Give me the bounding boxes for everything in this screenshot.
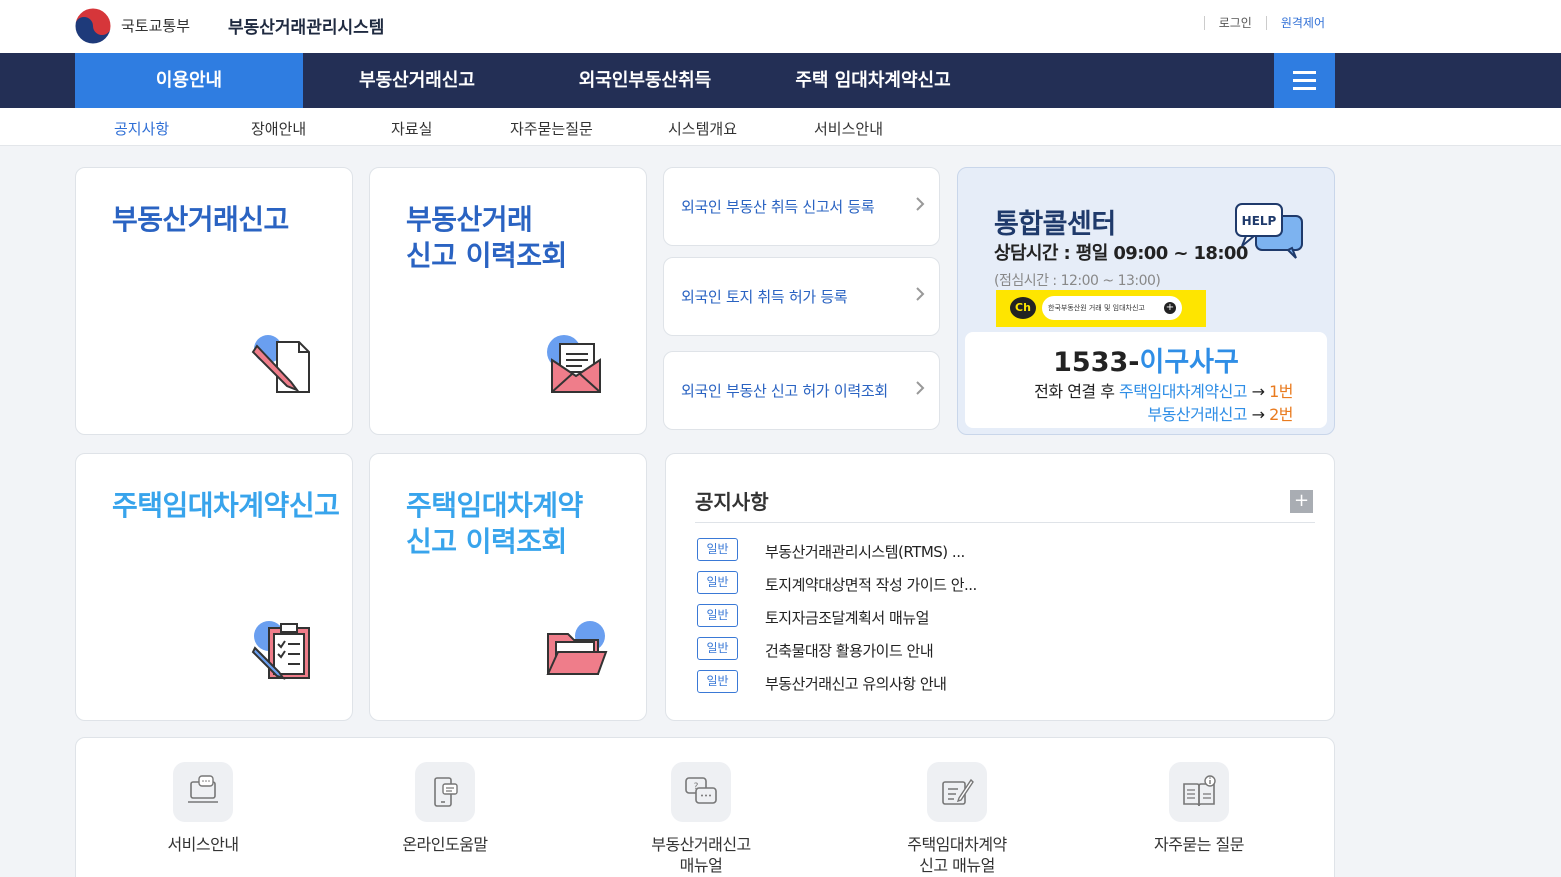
chevron-right-icon <box>915 196 925 212</box>
card-lease-report[interactable]: 주택임대차계약신고 <box>75 453 353 721</box>
route-arrow: → <box>1247 405 1270 424</box>
card-real-estate-report[interactable]: 부동산거래신고 <box>75 167 353 435</box>
route-arrow: → <box>1247 382 1270 401</box>
card-title: 부동산거래 신고 이력조회 <box>406 203 567 272</box>
chevron-right-icon <box>915 380 925 396</box>
quick-online-help[interactable]: 온라인도움말 <box>370 762 520 855</box>
notice-text[interactable]: 토지자금조달계획서 매뉴얼 <box>765 607 929 628</box>
link-foreign-land-permit[interactable]: 외국인 토지 취득 허가 등록 <box>663 257 940 336</box>
mobile-help-icon <box>415 762 475 822</box>
question-chat-icon: ? <box>671 762 731 822</box>
quick-real-estate-manual[interactable]: ? 부동산거래신고 매뉴얼 <box>626 762 776 876</box>
divider <box>695 522 1315 523</box>
notice-badge: 일반 <box>697 571 738 594</box>
subnav-faq[interactable]: 자주묻는질문 <box>510 118 593 139</box>
hamburger-icon <box>1293 71 1316 74</box>
phone-suffix: 이구사구 <box>1139 347 1239 378</box>
notice-more-button[interactable]: + <box>1290 490 1313 513</box>
nav-real-estate-report[interactable]: 부동산거래신고 <box>303 53 531 108</box>
quick-faq[interactable]: 자주묻는 질문 <box>1124 762 1274 855</box>
government-logo-icon[interactable] <box>74 7 112 45</box>
call-center-hours: 상담시간 : 평일 09:00 ~ 18:00 <box>994 243 1248 264</box>
quick-label: 자주묻는 질문 <box>1154 835 1244 854</box>
system-name[interactable]: 부동산거래관리시스템 <box>228 13 384 38</box>
main-nav: 이용안내 부동산거래신고 외국인부동산취득 주택 임대차계약신고 <box>0 53 1561 108</box>
route-number: 2번 <box>1269 405 1293 424</box>
edit-document-icon <box>927 762 987 822</box>
call-center-panel: 통합콜센터 상담시간 : 평일 09:00 ~ 18:00 (점심시간 : 12… <box>957 167 1335 435</box>
route-service: 부동산거래신고 <box>1147 405 1248 424</box>
notice-badge: 일반 <box>697 670 738 693</box>
notice-panel: 공지사항 + 일반 부동산거래관리시스템(RTMS) ... 일반 토지계약대상… <box>665 453 1335 721</box>
remote-control-link[interactable]: 원격제어 <box>1265 16 1325 30</box>
link-label: 외국인 부동산 신고 허가 이력조회 <box>681 382 888 400</box>
notice-text[interactable]: 건축물대장 활용가이드 안내 <box>765 640 934 661</box>
org-name[interactable]: 국토교통부 <box>121 15 190 36</box>
add-icon: + <box>1164 302 1176 314</box>
top-links: 로그인 원격제어 <box>1203 16 1325 30</box>
subnav-service-guide[interactable]: 서비스안내 <box>814 118 883 139</box>
subnav-resources[interactable]: 자료실 <box>391 118 432 139</box>
subnav-outage[interactable]: 장애안내 <box>251 118 306 139</box>
open-folder-icon <box>546 621 608 675</box>
notice-text[interactable]: 토지계약대상면적 작성 가이드 안... <box>765 574 977 595</box>
nav-usage-guide[interactable]: 이용안내 <box>75 53 303 108</box>
chevron-right-icon <box>915 286 925 302</box>
subnav-notice[interactable]: 공지사항 <box>114 118 169 139</box>
hamburger-icon-line <box>1293 87 1316 90</box>
book-info-icon <box>1169 762 1229 822</box>
card-title: 주택임대차계약신고 <box>112 489 340 522</box>
notice-badge: 일반 <box>697 538 738 561</box>
help-text: HELP <box>1242 214 1277 228</box>
all-menu-button[interactable] <box>1274 53 1335 108</box>
quick-menu: 서비스안내 온라인도움말 ? 부동산거래신고 매뉴얼 주택임대차계약 신고 매뉴… <box>75 737 1335 877</box>
top-header: 국토교통부 부동산거래관리시스템 로그인 원격제어 <box>0 0 1561 53</box>
notice-badge: 일반 <box>697 604 738 627</box>
kakao-channel-icon: Ch <box>1010 297 1036 319</box>
kakao-channel-button[interactable]: Ch 한국부동산원 거래 및 임대차신고 + <box>996 290 1206 327</box>
link-foreign-real-estate-register[interactable]: 외국인 부동산 취득 신고서 등록 <box>663 167 940 246</box>
quick-label: 부동산거래신고 매뉴얼 <box>651 835 751 875</box>
route-number: 1번 <box>1269 382 1293 401</box>
kakao-channel-label: 한국부동산원 거래 및 임대차신고 + <box>1042 296 1182 320</box>
clipboard-checklist-icon <box>251 621 310 680</box>
sub-nav: 공지사항 장애안내 자료실 자주묻는질문 시스템개요 서비스안내 <box>0 108 1561 146</box>
pencil-document-icon <box>251 335 310 393</box>
card-real-estate-history[interactable]: 부동산거래 신고 이력조회 <box>369 167 647 435</box>
link-label: 외국인 부동산 취득 신고서 등록 <box>681 198 875 216</box>
route-prefix: 전화 연결 후 <box>1034 382 1120 401</box>
help-bubble-icon: HELP <box>1235 203 1303 259</box>
quick-label: 주택임대차계약 신고 매뉴얼 <box>907 835 1007 875</box>
login-link[interactable]: 로그인 <box>1203 16 1266 30</box>
card-title: 부동산거래신고 <box>112 203 289 236</box>
nav-foreign-acquisition[interactable]: 외국인부동산취득 <box>531 53 759 108</box>
link-label: 외국인 토지 취득 허가 등록 <box>681 288 848 306</box>
route-lease: 전화 연결 후 주택임대차계약신고 → 1번 <box>1034 378 1293 402</box>
link-foreign-history[interactable]: 외국인 부동산 신고 허가 이력조회 <box>663 351 940 430</box>
subnav-system-overview[interactable]: 시스템개요 <box>668 118 737 139</box>
quick-label: 서비스안내 <box>167 835 239 854</box>
kakao-channel-text: 한국부동산원 거래 및 임대차신고 <box>1048 304 1145 312</box>
quick-lease-manual[interactable]: 주택임대차계약 신고 매뉴얼 <box>882 762 1032 876</box>
call-number-box: 1533-이구사구 전화 연결 후 주택임대차계약신고 → 1번 부동산거래신고… <box>965 332 1327 428</box>
notice-badge: 일반 <box>697 637 738 660</box>
phone-prefix: 1533- <box>1053 347 1140 378</box>
hamburger-icon-line <box>1293 79 1316 82</box>
route-real-estate: 부동산거래신고 → 2번 <box>1147 401 1293 425</box>
quick-label: 온라인도움말 <box>402 835 488 854</box>
quick-service-guide[interactable]: 서비스안내 <box>128 762 278 855</box>
nav-lease-report[interactable]: 주택 임대차계약신고 <box>759 53 987 108</box>
phone-number: 1533-이구사구 <box>965 340 1327 379</box>
route-service: 주택임대차계약신고 <box>1119 382 1248 401</box>
notice-text[interactable]: 부동산거래관리시스템(RTMS) ... <box>765 541 965 562</box>
laptop-chat-icon <box>173 762 233 822</box>
envelope-letter-icon <box>547 335 601 393</box>
notice-text[interactable]: 부동산거래신고 유의사항 안내 <box>765 673 947 694</box>
call-center-title: 통합콜센터 <box>994 209 1116 240</box>
card-lease-history[interactable]: 주택임대차계약 신고 이력조회 <box>369 453 647 721</box>
call-center-lunch: (점심시간 : 12:00 ~ 13:00) <box>994 273 1161 289</box>
card-title: 주택임대차계약 신고 이력조회 <box>406 489 583 558</box>
notice-title: 공지사항 <box>695 490 769 514</box>
